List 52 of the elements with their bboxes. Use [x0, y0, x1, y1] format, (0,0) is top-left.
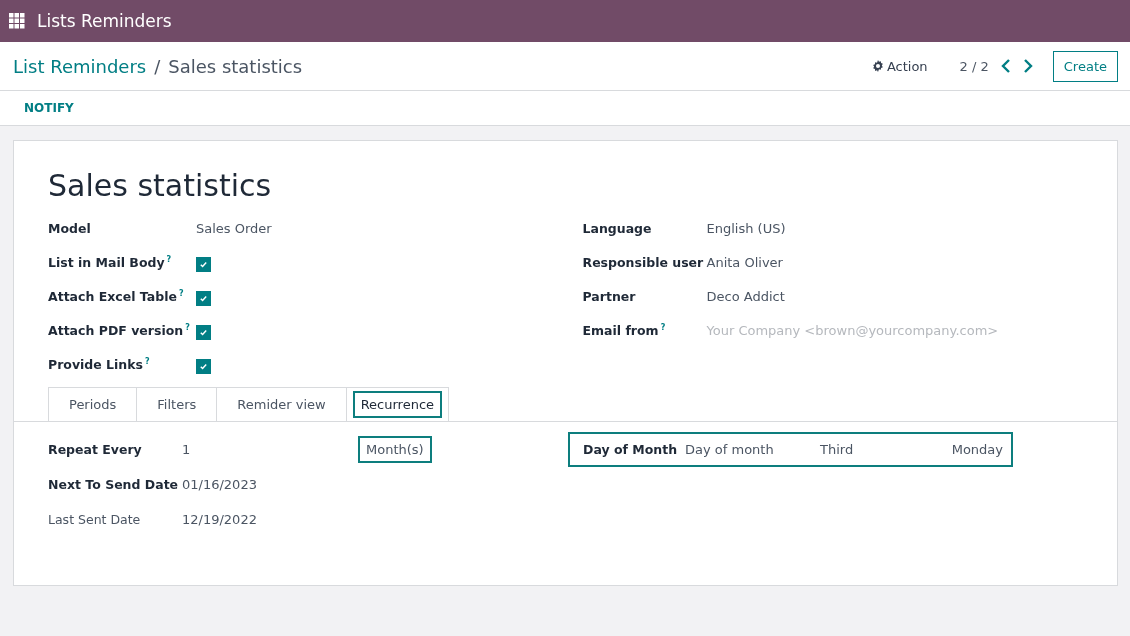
help-tooltip[interactable]: ?	[660, 323, 666, 332]
checkbox[interactable]	[196, 359, 211, 374]
pager-value: 2 / 2	[959, 58, 989, 74]
field-label: Next To Send Date	[48, 477, 180, 492]
checkbox[interactable]	[196, 257, 211, 272]
help-tooltip[interactable]: ?	[178, 289, 184, 298]
help-tooltip[interactable]: ?	[166, 255, 172, 264]
field-label: Day of Month	[583, 442, 679, 457]
field-label: Model	[48, 221, 91, 236]
field-value[interactable]: Monday	[951, 442, 1003, 457]
check-icon	[199, 328, 208, 337]
field-value: 01/16/2023	[182, 477, 257, 492]
field-value: Anita Oliver	[706, 255, 783, 270]
field-label: Email from	[582, 323, 659, 338]
check-icon	[199, 294, 208, 303]
field-value: Deco Addict	[706, 289, 785, 304]
check-icon	[199, 362, 208, 371]
field-value: 12/19/2022	[182, 512, 257, 527]
field-value: English (US)	[706, 221, 786, 236]
record-title: Sales statistics	[48, 168, 273, 203]
field-label: Partner	[582, 289, 636, 304]
help-tooltip[interactable]: ?	[185, 323, 190, 332]
field-label: Responsible user	[582, 255, 704, 270]
field-label: Repeat Every	[48, 442, 143, 457]
previous-icon[interactable]	[1000, 59, 1011, 73]
check-icon	[199, 260, 208, 269]
breadcrumb-current: Sales statistics	[168, 55, 303, 77]
tab[interactable]: Recurrence	[345, 387, 450, 421]
checkbox[interactable]	[196, 291, 211, 306]
field-label: List in Mail Body	[48, 255, 165, 270]
field-value[interactable]: Third	[820, 442, 952, 457]
notify-button[interactable]: NOTIFY	[24, 101, 74, 115]
field-value[interactable]: Day of month	[685, 442, 820, 457]
settings-icon	[871, 60, 884, 72]
app-title[interactable]: Lists Reminders	[37, 11, 172, 31]
field-label: Last Sent Date	[48, 512, 142, 527]
field-value: Sales Order	[196, 221, 272, 236]
action-button[interactable]: Action	[871, 58, 928, 74]
field-label: Attach PDF version	[48, 323, 184, 338]
breadcrumb-link[interactable]: List Reminders	[13, 55, 147, 77]
breadcrumb-separator: /	[154, 55, 161, 77]
field-value: 1	[182, 442, 192, 457]
checkbox[interactable]	[196, 325, 211, 340]
help-tooltip[interactable]: ?	[145, 357, 150, 366]
tab[interactable]: Periods	[48, 387, 138, 421]
unit-value[interactable]: Month(s)	[358, 436, 432, 463]
field-label: Attach Excel Table	[48, 289, 177, 304]
field-label: Provide Links	[48, 357, 144, 372]
apps-menu-icon[interactable]	[9, 13, 25, 29]
field-label: Language	[582, 221, 652, 236]
create-button[interactable]: Create	[1052, 50, 1118, 82]
next-icon[interactable]	[1022, 59, 1033, 73]
